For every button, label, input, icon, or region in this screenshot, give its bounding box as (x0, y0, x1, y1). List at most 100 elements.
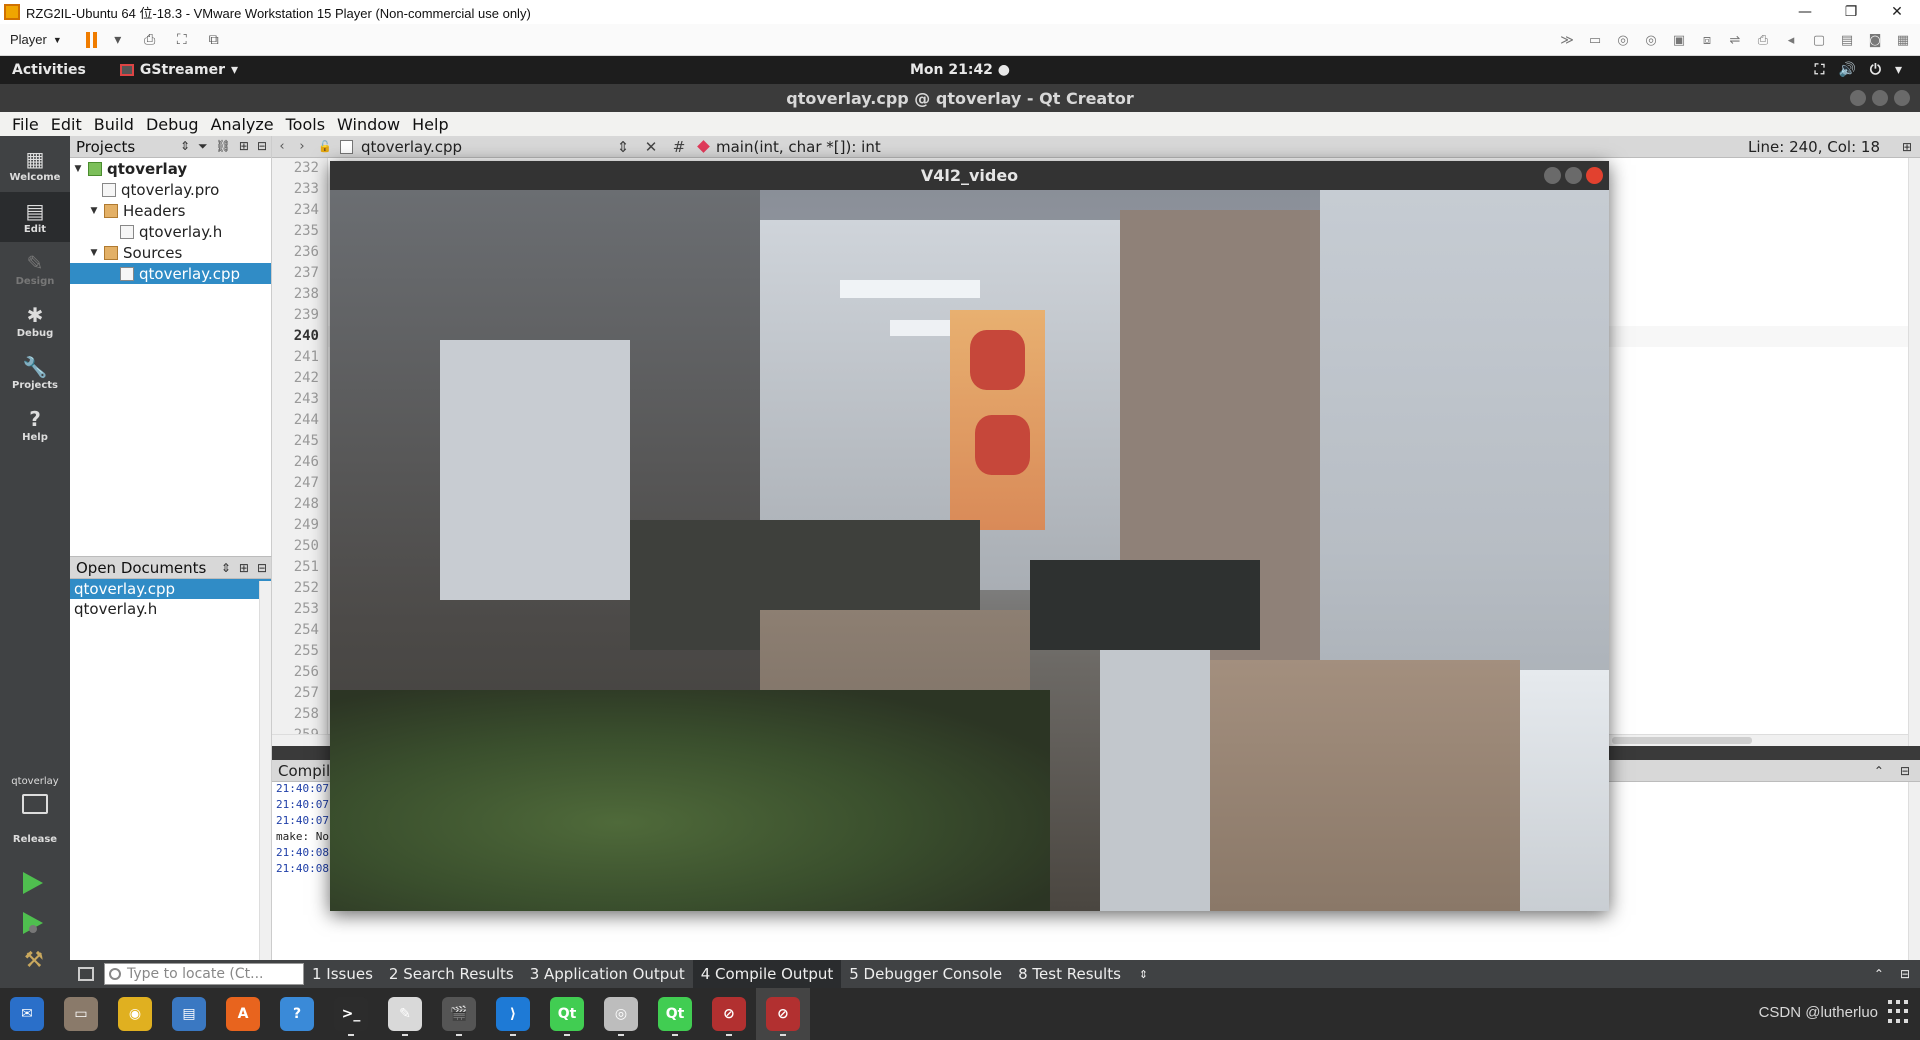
updown-arrows-icon[interactable]: ⇕ (1139, 968, 1148, 981)
expand-arrow-icon[interactable]: ▼ (88, 206, 100, 216)
mode-help[interactable]: ? Help (0, 400, 70, 450)
tree-item-qtoverlay-pro[interactable]: qtoverlay.pro (70, 179, 271, 200)
floppy-icon[interactable]: ▣ (1668, 29, 1690, 51)
kit-build-mode[interactable]: Release (0, 834, 70, 845)
cd-drive-icon[interactable]: ◎ (1612, 29, 1634, 51)
menu-tools[interactable]: Tools (280, 115, 331, 134)
menu-window[interactable]: Window (331, 115, 406, 134)
forward-arrow-icon[interactable]: › (292, 139, 312, 154)
back-arrow-icon[interactable]: ‹ (272, 139, 292, 154)
debug-run-icon[interactable] (23, 912, 43, 934)
menu-debug[interactable]: Debug (140, 115, 205, 134)
tree-item-qtoverlay-cpp[interactable]: qtoverlay.cpp (70, 263, 271, 284)
system-tray[interactable]: ⛶ 🔊 ⏻ ▾ (1815, 62, 1902, 78)
close-panel-icon[interactable]: ⊟ (257, 561, 267, 575)
maximize-pane-icon[interactable]: ⌃ (1874, 764, 1884, 778)
mode-welcome[interactable]: ▦ Welcome (0, 140, 70, 190)
open-document-item[interactable]: qtoverlay.h (70, 599, 271, 619)
expand-arrow-icon[interactable]: ▼ (72, 164, 84, 174)
restore-button[interactable]: ❐ (1828, 0, 1874, 24)
tree-item-qtoverlay[interactable]: ▼ qtoverlay (70, 158, 271, 179)
taskbar-app-text-editor[interactable]: ✎ (378, 988, 432, 1040)
close-pane-icon[interactable]: ⊟ (1900, 967, 1910, 981)
split-icon[interactable]: ⊞ (1902, 140, 1912, 154)
line-column-indicator[interactable]: Line: 240, Col: 18 (1748, 138, 1880, 156)
tree-item-headers[interactable]: ▼ Headers (70, 200, 271, 221)
open-document-item[interactable]: qtoverlay.cpp (70, 579, 271, 599)
split-icon[interactable]: ⊞ (239, 139, 249, 154)
split-icon[interactable]: ⊞ (239, 561, 249, 575)
player-menu-button[interactable]: Player ▼ (10, 32, 62, 47)
hammer-icon[interactable]: ⚒ (24, 948, 44, 973)
maximize-button[interactable] (1872, 90, 1888, 106)
filter-icon[interactable]: ⏷ (198, 139, 208, 154)
taskbar-app-qt-designer[interactable]: Qt (648, 988, 702, 1040)
menu-build[interactable]: Build (88, 115, 140, 134)
app-menu-button[interactable]: GStreamer ▾ (119, 62, 238, 78)
unity-icon[interactable]: ⧉ (203, 29, 225, 51)
video-window[interactable]: V4l2_video (330, 161, 1609, 911)
taskbar-app-thunderbird[interactable]: ✉ (0, 988, 54, 1040)
taskbar-app-rhythmbox[interactable]: ◉ (108, 988, 162, 1040)
expand-arrow-icon[interactable]: ▼ (88, 248, 100, 258)
toggle-sidebar-icon[interactable] (78, 967, 94, 981)
pause-icon[interactable] (85, 31, 97, 48)
mode-design[interactable]: ✎ Design (0, 244, 70, 294)
monitor-icon[interactable] (22, 794, 48, 814)
minimize-button[interactable]: — (1782, 0, 1828, 24)
open-documents-title[interactable]: Open Documents (76, 559, 206, 577)
fit-guest-icon[interactable]: ⛶ (171, 29, 193, 51)
taskbar-app-terminal[interactable]: >_ (324, 988, 378, 1040)
taskbar-app-libreoffice-writer[interactable]: ▤ (162, 988, 216, 1040)
maximize-pane-icon[interactable]: ⌃ (1874, 967, 1884, 981)
vertical-scrollbar[interactable] (259, 581, 271, 961)
storage-icon[interactable]: ▤ (1836, 29, 1858, 51)
locator-input[interactable]: Type to locate (Ct... (104, 963, 304, 985)
maximize-button[interactable] (1565, 167, 1582, 184)
sound-icon[interactable]: ◂ (1780, 29, 1802, 51)
tab-debugger-console[interactable]: 5 Debugger Console (841, 960, 1010, 988)
vertical-scrollbar[interactable] (1908, 782, 1920, 960)
menu-edit[interactable]: Edit (45, 115, 88, 134)
dropdown-arrow-icon[interactable]: ▾ (107, 29, 129, 51)
cd-drive-2-icon[interactable]: ◎ (1640, 29, 1662, 51)
taskbar-app-camera[interactable]: ◎ (594, 988, 648, 1040)
taskbar-app-software-center[interactable]: A (216, 988, 270, 1040)
projects-panel-title[interactable]: Projects (76, 138, 135, 156)
mode-projects[interactable]: 🔧 Projects (0, 348, 70, 398)
hash-label[interactable]: # (665, 138, 693, 156)
close-pane-icon[interactable]: ⊟ (1900, 764, 1910, 778)
menu-help[interactable]: Help (406, 115, 454, 134)
taskbar-app-files[interactable]: ▭ (54, 988, 108, 1040)
camera-icon[interactable]: ◙ (1864, 29, 1886, 51)
updown-arrows-icon[interactable]: ⇕ (180, 139, 190, 154)
video-window-title-bar[interactable]: V4l2_video (330, 161, 1609, 190)
display-icon[interactable]: ▢ (1808, 29, 1830, 51)
scrollbar-thumb[interactable] (1612, 737, 1752, 744)
show-applications-icon[interactable] (1888, 1000, 1912, 1024)
forward-icon[interactable]: ≫ (1556, 29, 1578, 51)
link-icon[interactable]: ⛓ (216, 139, 231, 154)
close-button[interactable]: ✕ (1874, 0, 1920, 24)
taskbar-app-video-editor[interactable]: 🎬 (432, 988, 486, 1040)
file-selector[interactable]: qtoverlay.cpp (361, 138, 609, 156)
tab-test-results[interactable]: 8 Test Results (1010, 960, 1129, 988)
clock[interactable]: Mon 21:42 ● (0, 62, 1920, 78)
tab-search-results[interactable]: 2 Search Results (381, 960, 522, 988)
close-button[interactable] (1894, 90, 1910, 106)
symbol-selector[interactable]: main(int, char *[]): int (716, 138, 881, 156)
menu-analyze[interactable]: Analyze (205, 115, 280, 134)
usb-icon[interactable]: ⇌ (1724, 29, 1746, 51)
minimize-button[interactable] (1544, 167, 1561, 184)
printer-icon[interactable]: ⎙ (1752, 29, 1774, 51)
vertical-scrollbar[interactable] (1908, 158, 1920, 746)
close-panel-icon[interactable]: ⊟ (257, 139, 267, 154)
activities-button[interactable]: Activities (12, 62, 86, 78)
network-icon[interactable]: ⧈ (1696, 29, 1718, 51)
updown-arrows-icon[interactable]: ⇕ (221, 561, 231, 575)
tab-issues[interactable]: 1 Issues (304, 960, 381, 988)
message-log-icon[interactable]: ▦ (1892, 29, 1914, 51)
minimize-button[interactable] (1850, 90, 1866, 106)
hard-disk-icon[interactable]: ▭ (1584, 29, 1606, 51)
taskbar-app-app-red-1[interactable]: ⊘ (702, 988, 756, 1040)
